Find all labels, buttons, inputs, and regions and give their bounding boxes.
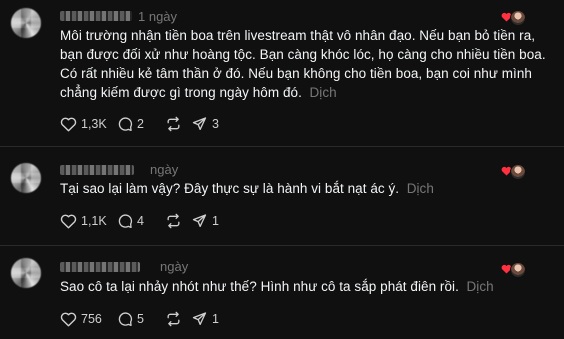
translate-link[interactable]: Dịch (309, 85, 336, 100)
like-button[interactable]: 756 (60, 311, 117, 327)
share-icon (192, 312, 207, 325)
repost-icon (167, 213, 180, 229)
share-button[interactable]: 3 (191, 116, 219, 132)
post-actions: 1,1K 4 1 (60, 213, 219, 229)
post-body: Môi trường nhận tiền boa trên livestream… (60, 28, 546, 100)
post-text: Sao cô ta lại nhảy nhót như thế? Hình nh… (60, 277, 552, 296)
comment-count: 4 (137, 214, 144, 228)
mini-avatar (510, 262, 526, 278)
translate-link[interactable]: Dịch (407, 181, 434, 196)
mini-avatar (510, 10, 526, 26)
liked-by-badge[interactable] (501, 262, 526, 278)
repost-button[interactable] (165, 213, 191, 229)
avatar[interactable] (11, 8, 41, 38)
divider (0, 146, 564, 147)
share-icon (192, 117, 207, 130)
post-time: 1 ngày (138, 9, 178, 24)
share-icon (192, 214, 207, 227)
post-actions: 1,3K 2 3 (60, 116, 219, 132)
divider (0, 245, 564, 246)
heart-icon (60, 312, 77, 327)
translate-link[interactable]: Dịch (467, 279, 494, 294)
comment-icon (118, 214, 133, 228)
username-blurred[interactable] (60, 11, 132, 21)
username-blurred[interactable] (60, 165, 134, 175)
liked-by-badge[interactable] (501, 10, 526, 26)
avatar[interactable] (11, 163, 41, 193)
post-text: Tại sao lại làm vậy? Đây thực sự là hành… (60, 179, 552, 198)
share-button[interactable]: 1 (191, 311, 219, 327)
heart-icon (60, 117, 77, 132)
like-count: 1,1K (81, 214, 107, 228)
share-count: 3 (212, 117, 219, 131)
comment-count: 2 (137, 117, 144, 131)
repost-button[interactable] (165, 311, 191, 327)
repost-button[interactable] (165, 116, 191, 132)
comment-icon (118, 312, 133, 326)
repost-icon (167, 116, 180, 132)
post-time: ngày (150, 162, 179, 177)
post-time: ngày (160, 259, 189, 274)
avatar[interactable] (11, 258, 41, 288)
comment-count: 5 (137, 312, 144, 326)
post-text: Môi trường nhận tiền boa trên livestream… (60, 26, 552, 102)
comment-icon (118, 117, 133, 131)
share-count: 1 (212, 312, 219, 326)
comment-button[interactable]: 5 (117, 311, 165, 327)
username-blurred[interactable] (60, 262, 140, 272)
post-actions: 756 5 1 (60, 311, 219, 327)
like-button[interactable]: 1,1K (60, 213, 117, 229)
mini-avatar (510, 164, 526, 180)
repost-icon (167, 311, 180, 327)
like-count: 1,3K (81, 117, 107, 131)
liked-by-badge[interactable] (501, 164, 526, 180)
share-button[interactable]: 1 (191, 213, 219, 229)
post-body: Sao cô ta lại nhảy nhót như thế? Hình nh… (60, 279, 459, 294)
comment-button[interactable]: 2 (117, 116, 165, 132)
comment-button[interactable]: 4 (117, 213, 165, 229)
like-count: 756 (81, 312, 102, 326)
share-count: 1 (212, 214, 219, 228)
post-body: Tại sao lại làm vậy? Đây thực sự là hành… (60, 181, 400, 196)
heart-icon (60, 214, 77, 229)
like-button[interactable]: 1,3K (60, 116, 117, 132)
